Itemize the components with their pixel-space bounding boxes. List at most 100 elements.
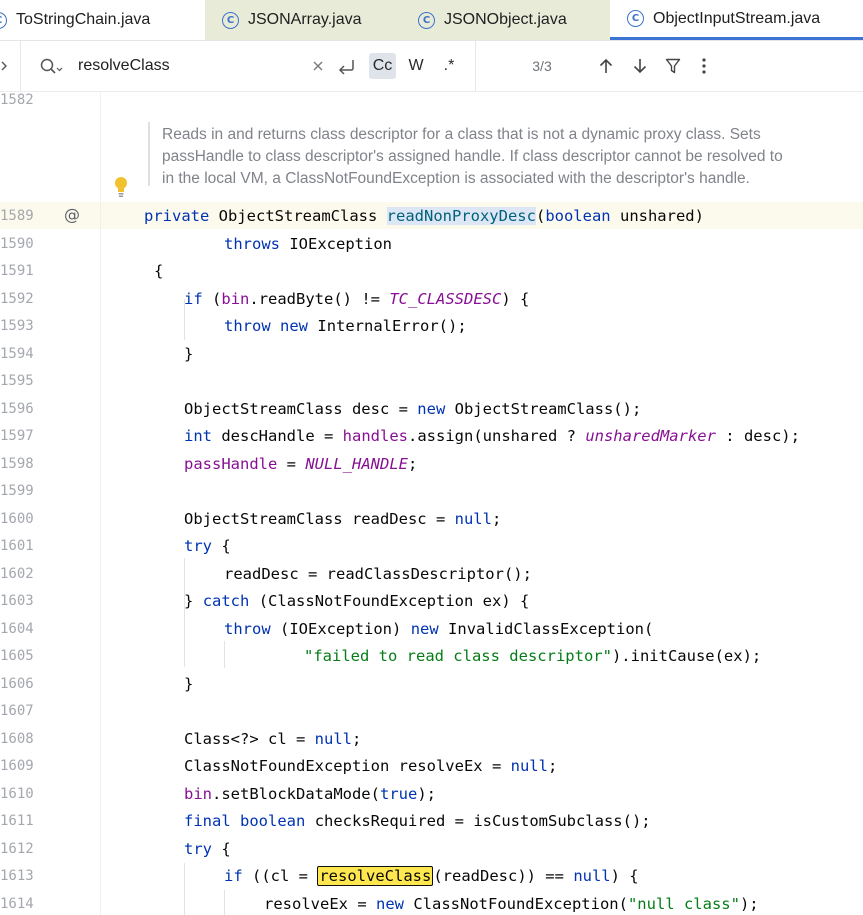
string-literal: "null class" bbox=[627, 895, 740, 913]
code-text: ClassNotFoundException( bbox=[413, 895, 628, 913]
tab-jsonarray[interactable]: C JSONArray.java bbox=[205, 0, 405, 40]
search-history-icon[interactable] bbox=[38, 41, 64, 91]
line-number: 1594 bbox=[0, 346, 34, 362]
keyword: catch bbox=[202, 592, 250, 610]
field: handles bbox=[342, 427, 408, 445]
line-number: 1607 bbox=[0, 703, 34, 719]
gutter-divider bbox=[100, 92, 101, 915]
expand-arrow-icon[interactable] bbox=[0, 41, 8, 91]
divider bbox=[475, 41, 476, 91]
keyword: throw bbox=[224, 317, 271, 335]
code-line[interactable]: resolveEx = new ClassNotFoundException("… bbox=[264, 895, 759, 913]
static-constant: TC_CLASSDESC bbox=[389, 290, 502, 308]
field: passHandle bbox=[184, 455, 278, 473]
line-number: 1599 bbox=[0, 483, 34, 499]
code-line[interactable]: readDesc = readClassDescriptor(); bbox=[224, 565, 532, 583]
code-line[interactable]: passHandle = NULL_HANDLE; bbox=[184, 455, 417, 473]
keyword: try bbox=[184, 537, 212, 555]
code-text: { bbox=[221, 840, 231, 858]
class-icon: C bbox=[0, 11, 7, 29]
code-line[interactable]: int descHandle = handles.assign(unshared… bbox=[184, 427, 800, 445]
line-number: 1595 bbox=[0, 373, 34, 389]
previous-occurrence-icon[interactable] bbox=[594, 41, 618, 91]
code-text: ; bbox=[547, 757, 558, 775]
code-text: ObjectStreamClass desc = bbox=[184, 400, 418, 418]
code-text: { bbox=[221, 537, 231, 555]
code-text: ); bbox=[739, 895, 759, 913]
code-editor[interactable]: 1582 Reads in and returns class descript… bbox=[0, 92, 863, 915]
keyword: null bbox=[573, 867, 611, 885]
line-number: 1608 bbox=[0, 731, 34, 747]
code-line[interactable]: throw new InternalError(); bbox=[224, 317, 467, 335]
keyword: new bbox=[417, 400, 446, 418]
keyword: new bbox=[410, 620, 439, 638]
keyword: null bbox=[454, 510, 492, 528]
more-options-icon[interactable] bbox=[694, 41, 714, 91]
regex-button[interactable]: .* bbox=[436, 41, 462, 91]
method-declaration: readNonProxyDesc bbox=[386, 207, 536, 225]
code-line[interactable]: if ((cl = resolveClass (readDesc)) == nul… bbox=[224, 866, 639, 886]
code-line[interactable]: final boolean checksRequired = isCustomS… bbox=[184, 812, 651, 830]
code-line[interactable]: "failed to read class descriptor").initC… bbox=[304, 647, 761, 665]
type-name: ObjectStreamClass bbox=[218, 207, 378, 225]
lightbulb-icon[interactable] bbox=[114, 176, 128, 198]
code-line[interactable]: } bbox=[184, 675, 193, 693]
code-line[interactable]: } catch (ClassNotFoundException ex) { bbox=[184, 592, 529, 610]
divider bbox=[20, 41, 21, 91]
code-text: (IOException) bbox=[280, 620, 402, 638]
editor-tab-bar: C ToStringChain.java C JSONArray.java C … bbox=[0, 0, 863, 40]
tab-objectinputstream[interactable]: C ObjectInputStream.java bbox=[610, 0, 863, 40]
code-line[interactable]: ClassNotFoundException resolveEx = null; bbox=[184, 757, 557, 775]
string-literal: "failed to read class descriptor" bbox=[304, 647, 612, 665]
code-line[interactable]: throws IOException bbox=[224, 235, 392, 253]
code-text: InvalidClassException( bbox=[448, 620, 654, 638]
keyword: boolean bbox=[545, 207, 611, 225]
code-line[interactable]: private ObjectStreamClass readNonProxyDe… bbox=[144, 207, 704, 225]
code-line[interactable]: throw (IOException) new InvalidClassExce… bbox=[224, 620, 653, 638]
indent-guide bbox=[184, 863, 185, 915]
tab-jsonobject[interactable]: C JSONObject.java bbox=[405, 0, 610, 40]
class-icon: C bbox=[222, 11, 239, 29]
line-number: 1603 bbox=[0, 593, 34, 609]
code-line[interactable]: ObjectStreamClass readDesc = null; bbox=[184, 510, 501, 528]
code-text: InternalError(); bbox=[317, 317, 467, 335]
code-line[interactable]: { bbox=[154, 262, 163, 280]
new-line-icon[interactable] bbox=[334, 41, 358, 91]
line-number: 1612 bbox=[0, 841, 34, 857]
keyword: if bbox=[224, 867, 243, 885]
line-number: 1592 bbox=[0, 291, 34, 307]
keyword: null bbox=[510, 757, 548, 775]
code-line[interactable]: try { bbox=[184, 840, 231, 858]
code-line[interactable]: } bbox=[184, 345, 193, 363]
next-occurrence-icon[interactable] bbox=[628, 41, 652, 91]
code-line[interactable]: Class<?> cl = null; bbox=[184, 730, 361, 748]
code-line[interactable]: bin.setBlockDataMode(true); bbox=[184, 785, 436, 803]
code-text: .setBlockDataMode( bbox=[212, 785, 380, 803]
keyword: final bbox=[184, 812, 231, 830]
tab-label: JSONObject.java bbox=[444, 11, 567, 28]
code-text: { bbox=[154, 262, 164, 280]
clear-search-icon[interactable] bbox=[308, 41, 328, 91]
code-text: ((cl = bbox=[252, 867, 318, 885]
code-line[interactable]: if (bin.readByte() != TC_CLASSDESC) { bbox=[184, 290, 529, 308]
annotation-at-icon[interactable]: @ bbox=[64, 205, 80, 224]
code-text: ObjectStreamClass(); bbox=[454, 400, 642, 418]
javadoc-line: in the local VM, a ClassNotFoundExceptio… bbox=[162, 170, 750, 187]
tab-tostringchain[interactable]: C ToStringChain.java bbox=[0, 0, 205, 40]
line-number: 1614 bbox=[0, 896, 34, 912]
code-text: Class<?> cl = bbox=[184, 730, 315, 748]
class-icon: C bbox=[627, 10, 644, 27]
search-match-highlight: resolveClass bbox=[317, 866, 434, 886]
static-field: unsharedMarker bbox=[585, 427, 716, 445]
code-line[interactable]: ObjectStreamClass desc = new ObjectStrea… bbox=[184, 400, 641, 418]
code-line[interactable]: try { bbox=[184, 537, 231, 555]
code-text: unshared) bbox=[619, 207, 704, 225]
search-input[interactable] bbox=[78, 55, 308, 77]
keyword: if bbox=[184, 290, 203, 308]
filter-icon[interactable] bbox=[661, 41, 685, 91]
match-case-button[interactable]: Cc bbox=[369, 53, 396, 79]
code-text: (readDesc)) == bbox=[433, 867, 574, 885]
line-number: 1591 bbox=[0, 263, 34, 279]
words-button[interactable]: W bbox=[403, 41, 429, 91]
indent-guide bbox=[224, 641, 225, 668]
